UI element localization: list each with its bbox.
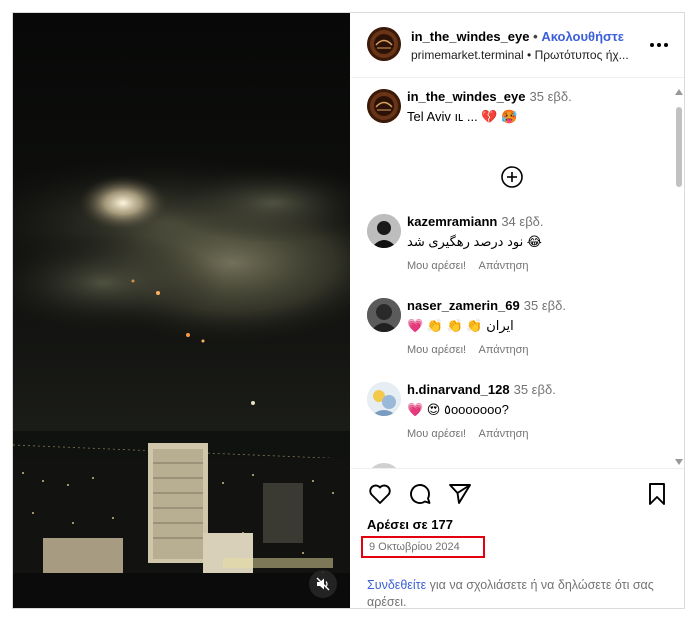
comment-time: 35 εβδ. (523, 298, 566, 313)
comment-actions: Μου αρέσει! Απάντηση (407, 344, 539, 356)
cartoon-avatar-image (367, 382, 401, 416)
login-prompt: Συνδεθείτε για να σχολιάσετε ή να δηλώσε… (367, 577, 657, 608)
scroll-down-arrow-icon[interactable] (675, 459, 683, 465)
scroll-up-arrow-icon[interactable] (675, 89, 683, 95)
comment-username[interactable]: naser_zamerin_69 (407, 298, 520, 313)
caption-time: 35 εβδ. (529, 89, 572, 104)
heart-icon (369, 484, 391, 504)
comment-text: 💗 😍 ٥ooooooo? (407, 402, 509, 417)
post-date-highlight: 9 Οκτωβρίου 2024 (361, 536, 485, 558)
header-username-line: in_the_windes_eye • Ακολουθήστε (411, 29, 624, 44)
post-side-panel: in_the_windes_eye • Ακολουθήστε primemar… (351, 13, 684, 608)
comment-reply-button[interactable]: Απάντηση (479, 260, 529, 272)
logo-avatar-image (367, 89, 401, 123)
post-dialog: in_the_windes_eye • Ακολουθήστε primemar… (12, 12, 685, 609)
logo-avatar-image (367, 27, 401, 61)
comment-text: نود درصد رهگیری شد 😂 (407, 234, 542, 249)
comment-username-line: h.dinarvand_128 35 εβδ. (407, 382, 556, 397)
plus-circle-icon (501, 166, 523, 188)
comment-avatar[interactable] (367, 298, 401, 332)
comment-button[interactable] (407, 481, 433, 507)
likes-count[interactable]: Αρέσει σε 177 (367, 517, 453, 532)
paper-plane-icon (449, 484, 471, 504)
mute-button[interactable] (309, 570, 337, 598)
post-date: 9 Οκτωβρίου 2024 (369, 541, 460, 553)
comment-like-button[interactable]: Μου αρέσει! (407, 344, 466, 356)
comment-actions: Μου αρέσει! Απάντηση (407, 260, 539, 272)
save-button[interactable] (644, 481, 670, 507)
comment-actions: Μου αρέσει! Απάντηση (407, 428, 539, 440)
post-footer: Αρέσει σε 177 9 Οκτωβρίου 2024 Συνδεθείτ… (351, 468, 684, 608)
comment-username-line: kazemramiann 34 εβδ. (407, 214, 544, 229)
login-link[interactable]: Συνδεθείτε (367, 578, 426, 592)
like-button[interactable] (367, 481, 393, 507)
speaker-muted-icon (316, 577, 330, 591)
audio-subtitle[interactable]: primemarket.terminal • Πρωτότυπος ήχ... (411, 48, 641, 62)
comments-scrollbar[interactable] (673, 89, 684, 469)
post-video[interactable] (13, 13, 350, 608)
caption-username-line: in_the_windes_eye 35 εβδ. (407, 89, 572, 104)
comment-avatar[interactable] (367, 214, 401, 248)
comment-username[interactable]: kazemramiann (407, 214, 497, 229)
bookmark-icon (649, 483, 665, 505)
separator-dot: • (533, 29, 538, 44)
comment-bubble-icon (410, 484, 431, 504)
author-avatar[interactable] (367, 27, 401, 61)
comment-avatar[interactable] (367, 382, 401, 416)
person-photo-image (367, 298, 401, 332)
load-more-comments-button[interactable] (501, 166, 523, 188)
more-horizontal-icon (650, 43, 668, 47)
comment-time: 34 εβδ. (501, 214, 544, 229)
caption-text: Tel Aviv ıʟ ... 💔 🥵 (407, 109, 518, 124)
comment-time: 35 εβδ. (513, 382, 556, 397)
caption-avatar[interactable] (367, 89, 401, 123)
author-username[interactable]: in_the_windes_eye (411, 29, 530, 44)
comment-like-button[interactable]: Μου αρέσει! (407, 260, 466, 272)
share-button[interactable] (447, 481, 473, 507)
post-header: in_the_windes_eye • Ακολουθήστε primemar… (351, 13, 684, 78)
comment-reply-button[interactable]: Απάντηση (479, 428, 529, 440)
scrollbar-thumb[interactable] (676, 107, 682, 187)
follow-button[interactable]: Ακολουθήστε (541, 29, 624, 44)
comment-text: 💗 👏 👏 👏 ایران (407, 318, 514, 333)
comment-username-line: naser_zamerin_69 35 εβδ. (407, 298, 566, 313)
person-silhouette-image (367, 214, 401, 248)
more-options-button[interactable] (647, 35, 671, 55)
caption-username[interactable]: in_the_windes_eye (407, 89, 526, 104)
night-city-video-frame (13, 13, 350, 608)
comments-list[interactable]: in_the_windes_eye 35 εβδ. Tel Aviv ıʟ ...… (351, 78, 684, 468)
comment-reply-button[interactable]: Απάντηση (479, 344, 529, 356)
comment-like-button[interactable]: Μου αρέσει! (407, 428, 466, 440)
comment-username[interactable]: h.dinarvand_128 (407, 382, 510, 397)
